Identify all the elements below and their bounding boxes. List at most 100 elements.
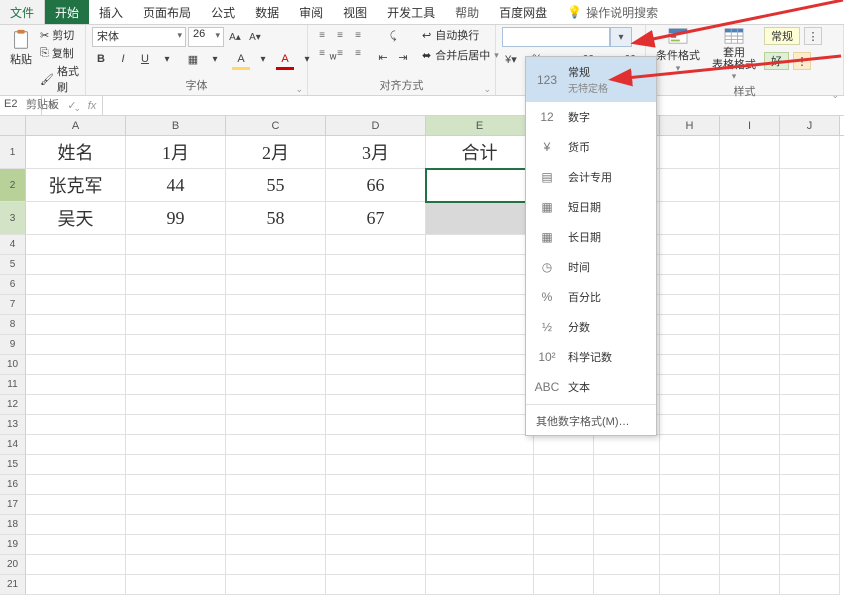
cell-J13[interactable] (780, 415, 840, 435)
cell-H1[interactable] (660, 136, 720, 169)
dd-item-8[interactable]: ½分数 (526, 312, 656, 342)
dd-item-10[interactable]: ABC文本 (526, 372, 656, 402)
cell-C2[interactable]: 55 (226, 169, 326, 202)
cell-D2[interactable]: 66 (326, 169, 426, 202)
cell-E19[interactable] (426, 535, 534, 555)
cell-I7[interactable] (720, 295, 780, 315)
cell-F14[interactable] (534, 435, 594, 455)
cell-A16[interactable] (26, 475, 126, 495)
cell-A7[interactable] (26, 295, 126, 315)
cell-E16[interactable] (426, 475, 534, 495)
dd-item-0[interactable]: 123常规无特定格 (526, 57, 656, 102)
cell-C5[interactable] (226, 255, 326, 275)
cell-D7[interactable] (326, 295, 426, 315)
cell-D3[interactable]: 67 (326, 202, 426, 235)
cell-E12[interactable] (426, 395, 534, 415)
cell-D4[interactable] (326, 235, 426, 255)
col-header-J[interactable]: J (780, 116, 840, 135)
cell-A6[interactable] (26, 275, 126, 295)
cell-J19[interactable] (780, 535, 840, 555)
cell-D15[interactable] (326, 455, 426, 475)
cell-H20[interactable] (660, 555, 720, 575)
col-header-H[interactable]: H (660, 116, 720, 135)
cell-C9[interactable] (226, 335, 326, 355)
border-button[interactable]: ▦ (184, 50, 202, 68)
cell-C16[interactable] (226, 475, 326, 495)
grid-area[interactable]: 1姓名1月2月3月合计2张克军4455663吴天9958674567891011… (0, 136, 844, 595)
cell-B7[interactable] (126, 295, 226, 315)
cell-B5[interactable] (126, 255, 226, 275)
cell-B10[interactable] (126, 355, 226, 375)
cell-J8[interactable] (780, 315, 840, 335)
cell-I4[interactable] (720, 235, 780, 255)
cell-A2[interactable]: 张克军 (26, 169, 126, 202)
cell-F20[interactable] (534, 555, 594, 575)
row-header-10[interactable]: 10 (0, 355, 26, 375)
cell-J16[interactable] (780, 475, 840, 495)
cell-B14[interactable] (126, 435, 226, 455)
cell-H8[interactable] (660, 315, 720, 335)
cell-H13[interactable] (660, 415, 720, 435)
border-more[interactable]: ▾ (206, 50, 224, 68)
cell-J3[interactable] (780, 202, 840, 235)
row-header-2[interactable]: 2 (0, 169, 26, 202)
row-header-7[interactable]: 7 (0, 295, 26, 315)
cell-H7[interactable] (660, 295, 720, 315)
dd-item-2[interactable]: ¥货币 (526, 132, 656, 162)
cell-F19[interactable] (534, 535, 594, 555)
cell-H17[interactable] (660, 495, 720, 515)
cell-F17[interactable] (534, 495, 594, 515)
row-header-16[interactable]: 16 (0, 475, 26, 495)
cell-G19[interactable] (594, 535, 660, 555)
cell-H2[interactable] (660, 169, 720, 202)
cell-J18[interactable] (780, 515, 840, 535)
col-header-D[interactable]: D (326, 116, 426, 135)
cell-E9[interactable] (426, 335, 534, 355)
cell-B4[interactable] (126, 235, 226, 255)
cell-D1[interactable]: 3月 (326, 136, 426, 169)
cell-B17[interactable] (126, 495, 226, 515)
cell-A1[interactable]: 姓名 (26, 136, 126, 169)
cell-B20[interactable] (126, 555, 226, 575)
cell-C10[interactable] (226, 355, 326, 375)
cell-A9[interactable] (26, 335, 126, 355)
row-header-1[interactable]: 1 (0, 136, 26, 169)
cell-D6[interactable] (326, 275, 426, 295)
tab-home[interactable]: 开始 (45, 0, 89, 24)
col-header-B[interactable]: B (126, 116, 226, 135)
row-header-8[interactable]: 8 (0, 315, 26, 335)
cell-H12[interactable] (660, 395, 720, 415)
cell-J14[interactable] (780, 435, 840, 455)
cell-E10[interactable] (426, 355, 534, 375)
cell-A8[interactable] (26, 315, 126, 335)
cell-style-good[interactable]: 好 (764, 52, 789, 70)
row-header-5[interactable]: 5 (0, 255, 26, 275)
dd-item-9[interactable]: 10²科学记数 (526, 342, 656, 372)
cell-C17[interactable] (226, 495, 326, 515)
cell-A18[interactable] (26, 515, 126, 535)
cell-C8[interactable] (226, 315, 326, 335)
select-all-corner[interactable] (0, 116, 26, 135)
col-header-I[interactable]: I (720, 116, 780, 135)
cell-F15[interactable] (534, 455, 594, 475)
number-format-dropdown-button[interactable]: ▾ (610, 27, 632, 47)
row-header-12[interactable]: 12 (0, 395, 26, 415)
tab-dev[interactable]: 开发工具 (377, 0, 445, 24)
cell-H15[interactable] (660, 455, 720, 475)
cell-C18[interactable] (226, 515, 326, 535)
cell-I8[interactable] (720, 315, 780, 335)
cell-H4[interactable] (660, 235, 720, 255)
cell-C13[interactable] (226, 415, 326, 435)
cell-I3[interactable] (720, 202, 780, 235)
dd-more-formats[interactable]: 其他数字格式(M)… (526, 407, 656, 435)
format-painter-button[interactable]: 🖌格式刷 (40, 63, 79, 95)
cell-B3[interactable]: 99 (126, 202, 226, 235)
cell-J15[interactable] (780, 455, 840, 475)
font-size-select[interactable]: 26 (188, 27, 224, 47)
tab-insert[interactable]: 插入 (89, 0, 133, 24)
row-header-3[interactable]: 3 (0, 202, 26, 235)
cell-H5[interactable] (660, 255, 720, 275)
cell-D8[interactable] (326, 315, 426, 335)
cell-J9[interactable] (780, 335, 840, 355)
cell-D13[interactable] (326, 415, 426, 435)
